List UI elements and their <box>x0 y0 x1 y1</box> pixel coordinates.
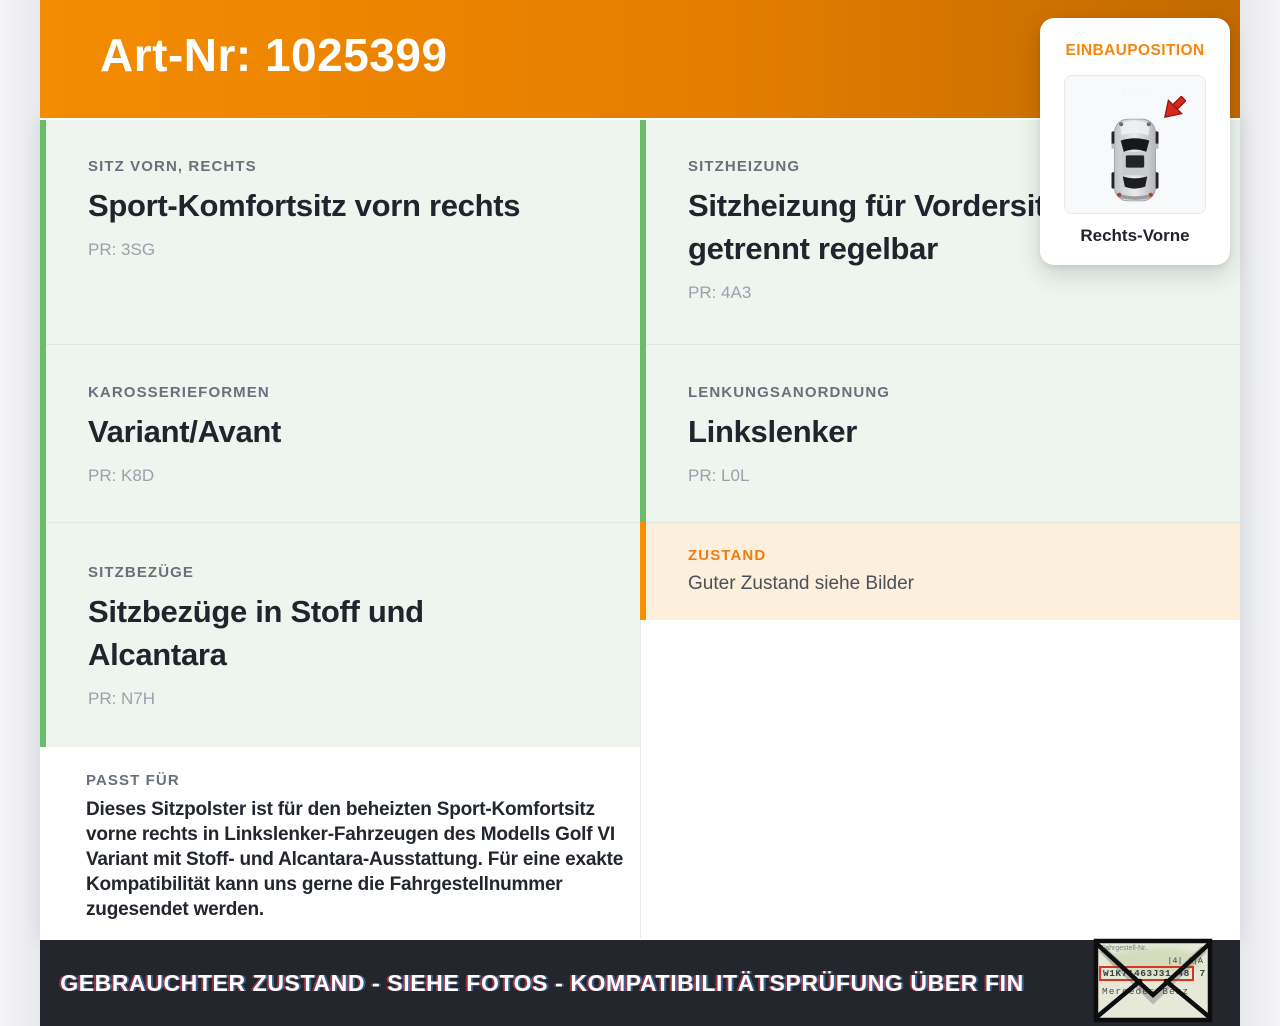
spec-title: Sport-Komfortsitz vorn rechts <box>88 188 521 223</box>
spec-pr-code: PR: N7H <box>88 689 156 708</box>
envelope-icon <box>1093 938 1213 1023</box>
spec-title: Sitzbezüge in Stoff und Alcantara <box>88 594 424 672</box>
spec-card-sitz-vorn-rechts: SITZ VORN, RECHTS Sport-Komfortsitz vorn… <box>40 120 640 344</box>
red-arrow-front-right-icon <box>1164 96 1186 118</box>
car-position-image: · · · <box>1064 75 1206 214</box>
einbauposition-caption: Rechts-Vorne <box>1080 226 1190 245</box>
spec-title: Variant/Avant <box>88 414 282 449</box>
spec-pr-code: PR: 3SG <box>88 240 156 259</box>
fits-label: PASST FÜR <box>86 772 180 789</box>
spec-card-sitzbezuege: SITZBEZÜGE Sitzbezüge in Stoff und Alcan… <box>40 522 640 747</box>
condition-label: ZUSTAND <box>688 547 767 564</box>
einbauposition-card: EINBAUPOSITION · · · Rechts-Vorne <box>1040 18 1230 265</box>
spec-pr-code: PR: 4A3 <box>688 283 752 302</box>
condition-text: Guter Zustand siehe Bilder <box>688 573 915 594</box>
condition-card: ZUSTAND Guter Zustand siehe Bilder <box>640 522 1240 620</box>
spec-label: LENKUNGSANORDNUNG <box>688 384 891 401</box>
column-divider <box>640 620 641 938</box>
fits-description: Dieses Sitzpolster ist für den beheizten… <box>86 799 624 920</box>
spec-label: KAROSSERIEFORMEN <box>88 384 270 401</box>
spec-card-lenkungsanordnung: LENKUNGSANORDNUNG Linkslenker PR: L0L <box>640 344 1240 522</box>
fin-document-badge: Fahrgestell-Nr. |4| A|A W1K71463J31 48 7… <box>1093 938 1213 1023</box>
spec-pr-code: PR: K8D <box>88 466 155 485</box>
car-top-view-icon <box>1111 118 1159 202</box>
article-number-title: Art-Nr: 1025399 <box>100 29 448 81</box>
spec-label: SITZ VORN, RECHTS <box>88 158 257 175</box>
spec-card-karosserieformen: KAROSSERIEFORMEN Variant/Avant PR: K8D <box>40 344 640 522</box>
footer-banner: GEBRAUCHTER ZUSTAND - SIEHE FOTOS - KOMP… <box>40 940 1240 1026</box>
spec-pr-code: PR: L0L <box>688 466 750 485</box>
footer-notice: GEBRAUCHTER ZUSTAND - SIEHE FOTOS - KOMP… <box>60 969 1024 996</box>
spec-label: SITZBEZÜGE <box>88 564 195 581</box>
spec-title: Linkslenker <box>688 414 858 449</box>
fits-card: PASST FÜR Dieses Sitzpolster ist für den… <box>40 752 640 938</box>
einbauposition-label: EINBAUPOSITION <box>1065 42 1205 59</box>
